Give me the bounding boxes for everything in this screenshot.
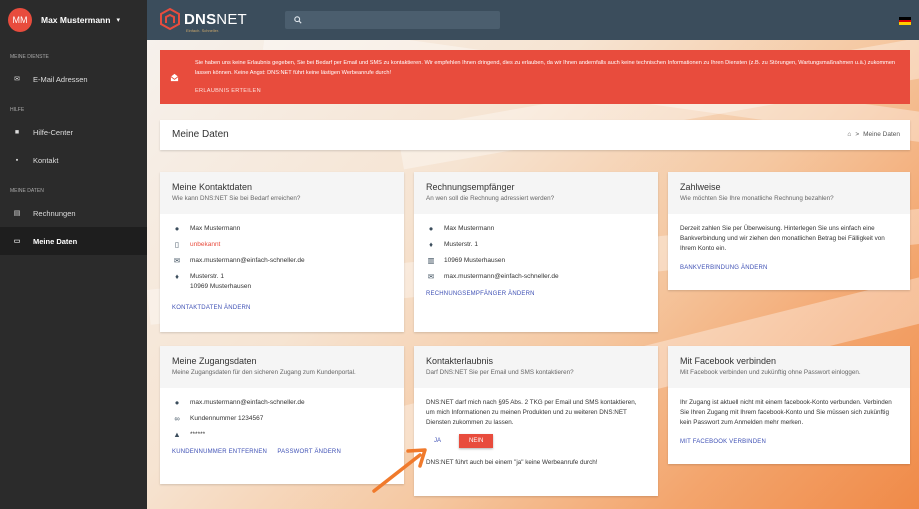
logo[interactable]: DNSNET xyxy=(160,8,247,30)
recipient-name: Max Mustermann xyxy=(444,225,495,232)
invoice-icon: ▤ xyxy=(13,210,21,217)
mail-icon: ✉ xyxy=(173,256,181,265)
facebook-card: Mit Facebook verbinden Mit Facebook verb… xyxy=(668,346,910,464)
user-menu[interactable]: MM Max Mustermann ▾ xyxy=(0,0,147,40)
avatar: MM xyxy=(8,8,32,32)
sidebar-heading: HILFE xyxy=(10,107,25,113)
breadcrumb-separator: > xyxy=(855,131,860,138)
contact-city: 10969 Musterhausen xyxy=(190,283,252,290)
grant-permission-link[interactable]: ERLAUBNIS ERTEILEN xyxy=(195,88,261,94)
sidebar-heading: MEINE DIENSTE xyxy=(10,54,49,60)
connect-facebook-link[interactable]: MIT FACEBOOK VERBINDEN xyxy=(680,439,766,445)
card-title: Rechnungsempfänger xyxy=(426,182,515,192)
logo-text: DNSNET xyxy=(184,10,247,28)
edit-bank-link[interactable]: BANKVERBINDUNG ÄNDERN xyxy=(680,265,768,271)
sidebar-item-help[interactable]: ■ Hilfe-Center xyxy=(0,118,147,146)
card-subtitle: Meine Zugangsdaten für den sicheren Zuga… xyxy=(172,369,356,376)
envelope-open-icon xyxy=(170,73,179,82)
edit-recipient-link[interactable]: RECHNUNGSEMPFÄNGER ÄNDERN xyxy=(426,291,535,297)
card-title: Mit Facebook verbinden xyxy=(680,356,777,366)
contact-street: Musterstr. 1 xyxy=(190,273,224,280)
sidebar-heading: MEINE DATEN xyxy=(10,188,44,194)
logo-tagline: Einfach. Schneller. xyxy=(186,28,220,33)
page-header: Meine Daten ⌂ > Meine Daten xyxy=(160,120,910,150)
no-button[interactable]: NEIN xyxy=(459,434,494,448)
card-subtitle: Darf DNS:NET Sie per Email und SMS konta… xyxy=(426,369,574,376)
recipient-street: Musterstr. 1 xyxy=(444,241,478,248)
book-icon: ■ xyxy=(14,128,20,136)
sidebar-item-label: Hilfe-Center xyxy=(33,127,74,137)
access-password: ****** xyxy=(190,431,206,438)
card-subtitle: An wen soll die Rechnung adressiert werd… xyxy=(426,195,555,202)
home-icon[interactable]: ⌂ xyxy=(847,131,851,138)
search-input[interactable] xyxy=(285,11,500,29)
access-email: max.mustermann@einfach-schneller.de xyxy=(190,399,305,406)
edit-contact-link[interactable]: KONTAKTDATEN ÄNDERN xyxy=(172,305,251,311)
payment-text: Derzeit zahlen Sie per Überweisung. Hint… xyxy=(680,225,885,252)
link-icon: ∞ xyxy=(174,414,180,423)
contact-phone: unbekannt xyxy=(190,241,221,248)
city-icon: ▥ xyxy=(427,256,435,265)
page-title: Meine Daten xyxy=(172,129,229,140)
card-title: Meine Kontaktdaten xyxy=(172,182,253,192)
alert-text: Sie haben uns keine Erlaubnis gegeben, S… xyxy=(195,60,896,76)
sidebar-item-invoices[interactable]: ▤ Rechnungen xyxy=(0,199,147,227)
person-icon: ● xyxy=(428,224,434,233)
card-title: Zahlweise xyxy=(680,182,721,192)
payment-method-card: Zahlweise Wie möchten Sie Ihre monatlich… xyxy=(668,172,910,290)
sidebar-item-contact[interactable]: ▪ Kontakt xyxy=(0,146,147,174)
card-title: Meine Zugangsdaten xyxy=(172,356,257,366)
breadcrumb: ⌂ > Meine Daten xyxy=(847,131,900,138)
phone-icon: ▯ xyxy=(174,240,180,249)
language-flag-icon[interactable] xyxy=(899,17,911,26)
recipient-city: 10969 Musterhausen xyxy=(444,257,506,264)
mail-icon: ✉ xyxy=(14,76,20,83)
location-pin-icon: ♦ xyxy=(175,272,179,281)
card-subtitle: Wie kann DNS:NET Sie bei Bedarf erreiche… xyxy=(172,195,301,202)
breadcrumb-current: Meine Daten xyxy=(863,131,900,138)
location-pin-icon: ♦ xyxy=(429,240,433,249)
person-icon: ● xyxy=(174,398,180,407)
contact-name: Max Mustermann xyxy=(190,225,241,232)
sidebar-item-email[interactable]: ✉ E-Mail Adressen xyxy=(0,65,147,93)
access-customer-number: Kundennummer 1234567 xyxy=(190,415,264,422)
sidebar-item-label: Meine Daten xyxy=(33,236,78,246)
card-title: Kontakterlaubnis xyxy=(426,356,494,366)
mail-icon: ✉ xyxy=(427,272,435,281)
card-subtitle: Mit Facebook verbinden und zukünftig ohn… xyxy=(680,369,861,376)
top-bar: MM Max Mustermann ▾ DNSNET Einfach. Schn… xyxy=(0,0,919,40)
sidebar-item-my-data[interactable]: ▭ Meine Daten xyxy=(0,227,147,255)
change-password-link[interactable]: PASSWORT ÄNDERN xyxy=(277,449,341,455)
sidebar-item-label: Kontakt xyxy=(33,155,59,165)
contact-permission-card: Kontakterlaubnis Darf DNS:NET Sie per Em… xyxy=(414,346,658,496)
sidebar-item-label: E-Mail Adressen xyxy=(33,74,88,84)
dnsnet-logo-icon xyxy=(160,8,180,30)
sidebar: MEINE DIENSTE ✉ E-Mail Adressen HILFE ■ … xyxy=(0,40,147,509)
permission-note: DNS:NET führt auch bei einem "ja" keine … xyxy=(426,459,598,466)
person-icon: ● xyxy=(174,224,180,233)
annotation-arrow-icon xyxy=(372,448,427,493)
remove-customer-number-link[interactable]: KUNDENNUMMER ENTFERNEN xyxy=(172,449,267,455)
access-data-card: Meine Zugangsdaten Meine Zugangsdaten fü… xyxy=(160,346,404,484)
search-icon xyxy=(294,16,302,24)
recipient-email: max.mustermann@einfach-schneller.de xyxy=(444,273,559,280)
chevron-down-icon: ▾ xyxy=(116,17,120,24)
facebook-text: Ihr Zugang ist aktuell nicht mit einem f… xyxy=(680,399,892,426)
invoice-recipient-card: Rechnungsempfänger An wen soll die Rechn… xyxy=(414,172,658,332)
permission-text: DNS:NET darf mich nach §95 Abs. 2 TKG pe… xyxy=(426,399,637,426)
contact-data-card: Meine Kontaktdaten Wie kann DNS:NET Sie … xyxy=(160,172,404,332)
chat-icon: ▪ xyxy=(15,156,19,164)
card-icon: ▭ xyxy=(13,238,21,245)
card-subtitle: Wie möchten Sie Ihre monatliche Rechnung… xyxy=(680,195,834,202)
sidebar-item-label: Rechnungen xyxy=(33,208,76,218)
contact-email: max.mustermann@einfach-schneller.de xyxy=(190,257,305,264)
lock-icon: ▲ xyxy=(173,430,181,439)
user-name: Max Mustermann xyxy=(41,15,111,25)
permission-alert: Sie haben uns keine Erlaubnis gegeben, S… xyxy=(160,50,910,104)
